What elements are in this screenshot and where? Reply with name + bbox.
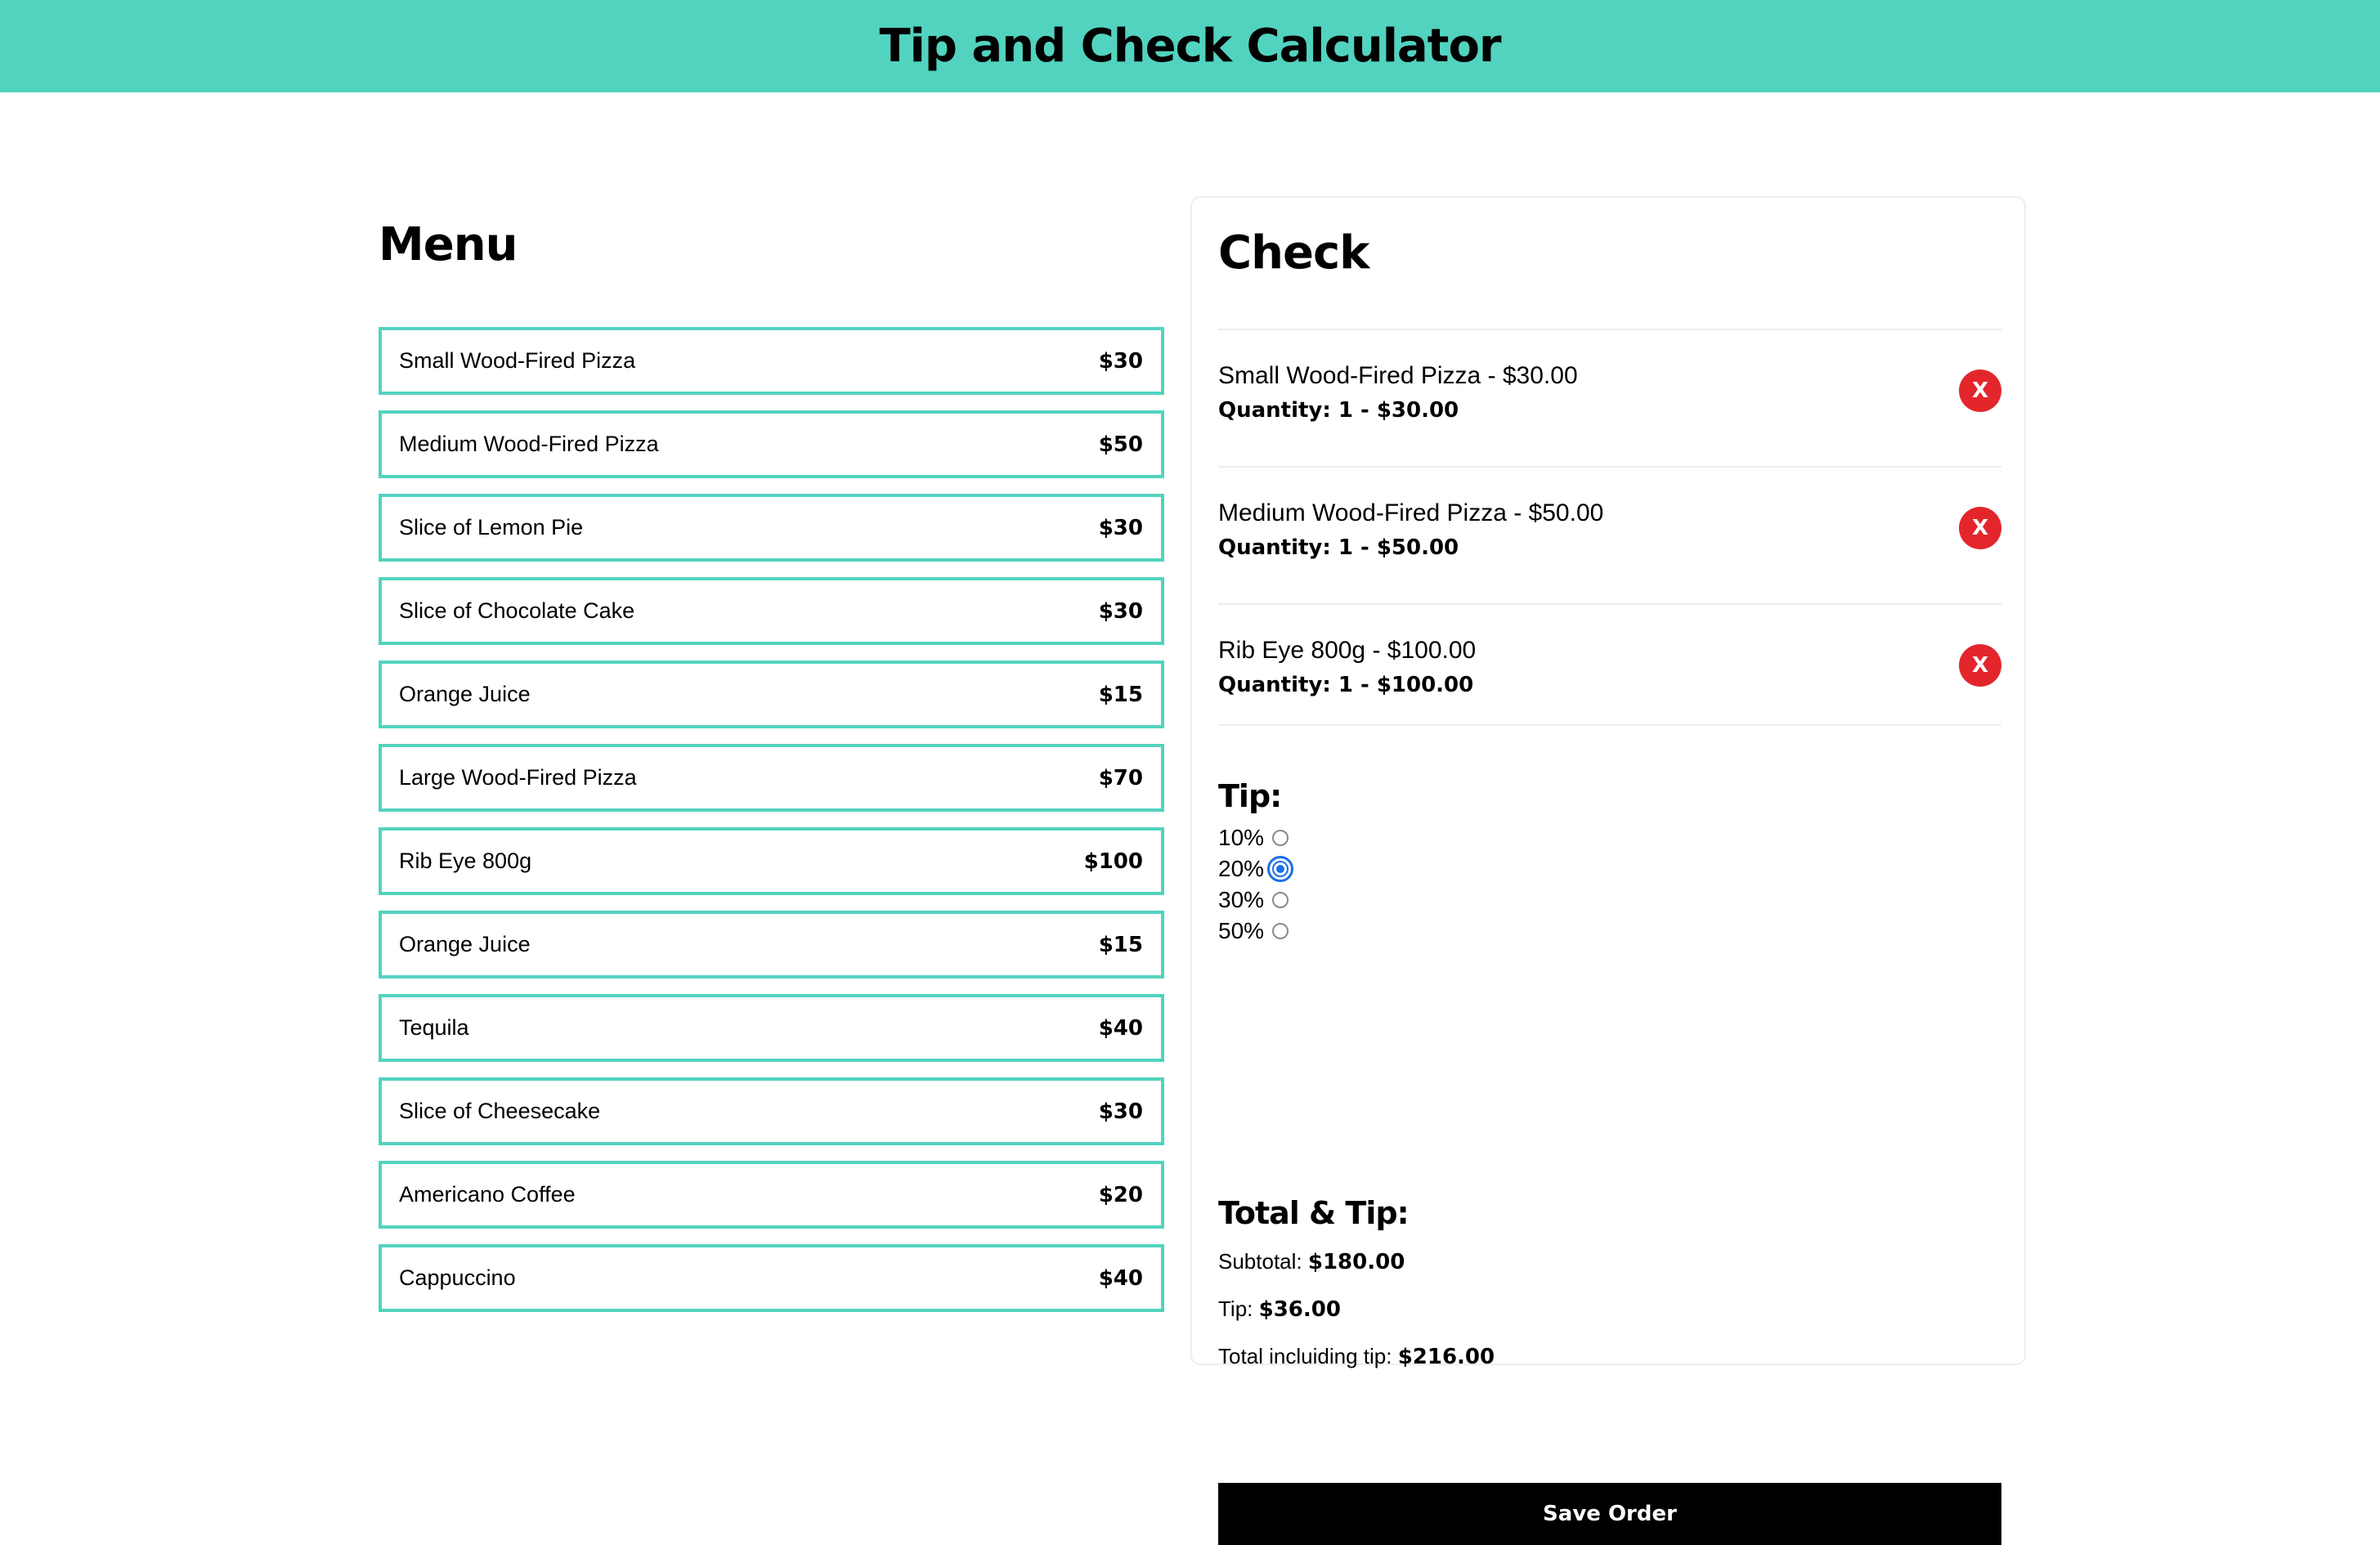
tip-label: Tip: <box>1218 1296 1259 1321</box>
tip-option-label: 10% <box>1218 825 1265 850</box>
check-item-line: Small Wood-Fired Pizza - $30.00 <box>1218 362 1578 389</box>
check-item-quantity: Quantity: 1 - $50.00 <box>1218 535 1459 560</box>
menu-item[interactable]: Cappuccino $40 <box>379 1244 1164 1312</box>
menu-item-name: Large Wood-Fired Pizza <box>399 765 637 790</box>
check-item: Small Wood-Fired Pizza - $30.00 Quantity… <box>1218 360 2001 458</box>
remove-item-button[interactable]: X <box>1959 644 2001 687</box>
menu-item[interactable]: Slice of Cheesecake $30 <box>379 1077 1164 1145</box>
tip-radio-10[interactable] <box>1272 830 1289 846</box>
menu-title: Menu <box>379 218 518 271</box>
menu-section: Menu Small Wood-Fired Pizza $30 Medium W… <box>379 213 1164 1312</box>
tip-options: 10% 20% 30% 50% <box>1218 822 1294 947</box>
tip-radio-30[interactable] <box>1272 892 1289 908</box>
app-title: Tip and Check Calculator <box>879 20 1501 73</box>
tip-title: Tip: <box>1218 778 1282 814</box>
check-card: Check Small Wood-Fired Pizza - $30.00 Qu… <box>1190 196 2026 1545</box>
menu-item-price: $100 <box>1083 849 1143 874</box>
menu-item[interactable]: Orange Juice $15 <box>379 911 1164 978</box>
menu-item-price: $30 <box>1098 1099 1143 1124</box>
menu-item-name: Tequila <box>399 1015 469 1040</box>
menu-item-name: Cappuccino <box>399 1265 516 1290</box>
menu-item-price: $30 <box>1098 348 1143 374</box>
menu-item-price: $30 <box>1098 598 1143 624</box>
menu-item-name: Slice of Cheesecake <box>399 1099 601 1123</box>
check-title: Check <box>1218 226 1369 280</box>
divider <box>1218 466 2001 468</box>
menu-item-price: $40 <box>1098 1015 1143 1041</box>
subtotal-label: Subtotal: <box>1218 1249 1308 1274</box>
menu-item[interactable]: Medium Wood-Fired Pizza $50 <box>379 410 1164 478</box>
menu-item[interactable]: Americano Coffee $20 <box>379 1161 1164 1229</box>
menu-item-name: Slice of Chocolate Cake <box>399 598 635 623</box>
divider <box>1218 603 2001 605</box>
total-tip-title: Total & Tip: <box>1218 1195 1410 1231</box>
menu-item[interactable]: Small Wood-Fired Pizza $30 <box>379 327 1164 395</box>
subtotal-row: Subtotal: $180.00 <box>1218 1249 1405 1274</box>
total-row: Total incluiding tip: $216.00 <box>1218 1344 1495 1369</box>
tip-option: 30% <box>1218 884 1289 916</box>
save-order-button[interactable]: Save Order <box>1218 1483 2001 1545</box>
check-item-quantity: Quantity: 1 - $100.00 <box>1218 673 1474 697</box>
tip-row: Tip: $36.00 <box>1218 1296 1341 1322</box>
tip-radio-20[interactable] <box>1267 856 1294 882</box>
menu-item-name: Rib Eye 800g <box>399 849 532 873</box>
check-item: Rib Eye 800g - $100.00 Quantity: 1 - $10… <box>1218 634 2001 732</box>
total-label: Total incluiding tip: <box>1218 1344 1398 1368</box>
menu-item[interactable]: Slice of Chocolate Cake $30 <box>379 577 1164 645</box>
menu-item[interactable]: Slice of Lemon Pie $30 <box>379 494 1164 562</box>
tip-option-label: 30% <box>1218 887 1265 912</box>
menu-item-price: $70 <box>1098 765 1143 790</box>
remove-item-button[interactable]: X <box>1959 369 2001 412</box>
check-item: Medium Wood-Fired Pizza - $50.00 Quantit… <box>1218 497 2001 595</box>
tip-radio-50[interactable] <box>1272 923 1289 939</box>
remove-item-button[interactable]: X <box>1959 507 2001 549</box>
menu-item-name: Slice of Lemon Pie <box>399 515 584 540</box>
tip-value: $36.00 <box>1258 1297 1341 1322</box>
tip-option-label: 50% <box>1218 918 1265 943</box>
menu-item-name: Orange Juice <box>399 682 531 706</box>
check-item-line: Medium Wood-Fired Pizza - $50.00 <box>1218 499 1604 526</box>
tip-option: 50% <box>1218 916 1289 947</box>
menu-item[interactable]: Tequila $40 <box>379 994 1164 1062</box>
menu-item-price: $15 <box>1098 682 1143 707</box>
radio-dot <box>1276 865 1285 873</box>
app-header: Tip and Check Calculator <box>0 0 2380 92</box>
total-value: $216.00 <box>1397 1345 1495 1369</box>
menu-item-name: Small Wood-Fired Pizza <box>399 348 636 373</box>
menu-item[interactable]: Rib Eye 800g $100 <box>379 827 1164 895</box>
divider <box>1218 724 2001 726</box>
subtotal-value: $180.00 <box>1307 1250 1405 1274</box>
menu-item-name: Americano Coffee <box>399 1182 576 1207</box>
menu-item-price: $40 <box>1098 1265 1143 1291</box>
tip-option-label: 20% <box>1218 856 1265 881</box>
menu-item[interactable]: Orange Juice $15 <box>379 661 1164 728</box>
menu-item[interactable]: Large Wood-Fired Pizza $70 <box>379 744 1164 812</box>
menu-item-name: Orange Juice <box>399 932 531 956</box>
divider <box>1218 329 2001 330</box>
check-item-line: Rib Eye 800g - $100.00 <box>1218 637 1477 664</box>
tip-option: 10% <box>1218 822 1289 853</box>
check-item-quantity: Quantity: 1 - $30.00 <box>1218 398 1459 423</box>
menu-item-price: $20 <box>1098 1182 1143 1207</box>
menu-item-price: $50 <box>1098 432 1143 457</box>
menu-item-name: Medium Wood-Fired Pizza <box>399 432 659 456</box>
tip-option: 20% <box>1218 853 1294 884</box>
menu-item-price: $30 <box>1098 515 1143 540</box>
menu-item-price: $15 <box>1098 932 1143 957</box>
